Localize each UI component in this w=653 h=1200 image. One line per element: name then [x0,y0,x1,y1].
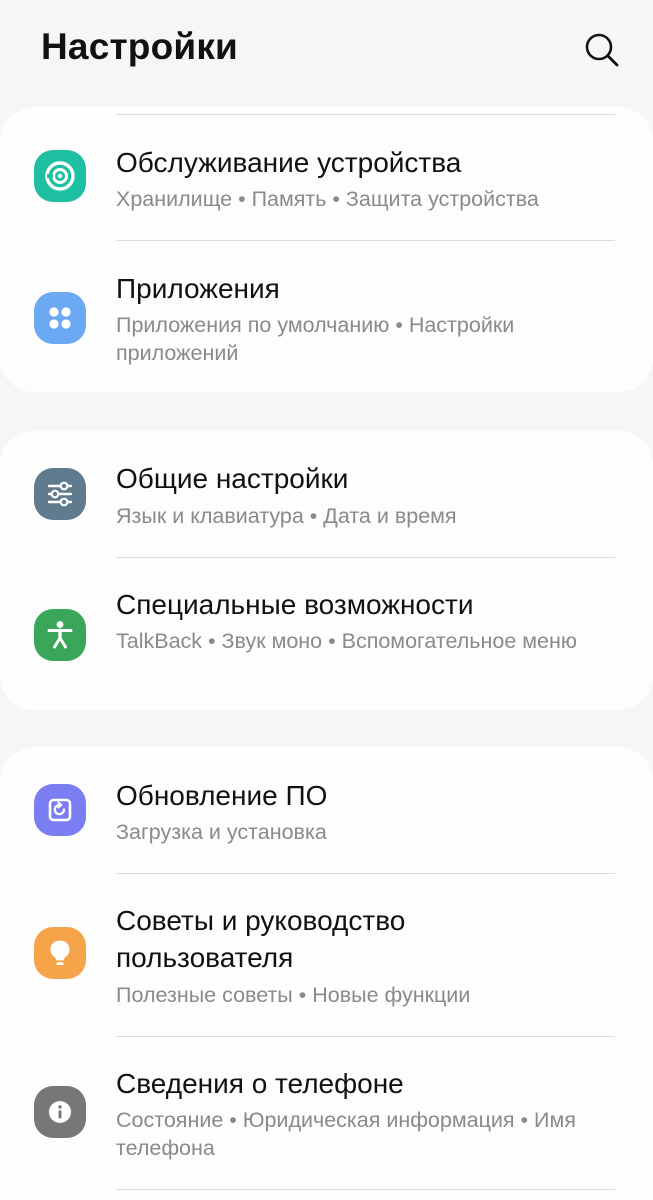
info-icon [34,1086,86,1138]
settings-item-apps[interactable]: Приложения Приложения по умолчанию • Нас… [0,241,653,392]
search-icon [585,33,619,67]
settings-item-title: Общие настройки [116,463,349,494]
settings-group-1: Обслуживание устройства Хранилище • Памя… [0,107,653,392]
search-button[interactable] [580,28,624,72]
settings-item-accessibility[interactable]: Специальные возможности TalkBack • Звук … [0,558,653,710]
settings-item-title: Обновление ПО [116,780,328,811]
settings-item-tips[interactable]: Советы и руководство пользователя Полезн… [0,874,653,1036]
device-care-icon [34,150,86,202]
settings-item-title: Обслуживание устройства [116,147,462,178]
settings-item-subtitle: Загрузка и установка [116,820,327,844]
lightbulb-icon [34,927,86,979]
settings-item-subtitle: Язык и клавиатура • Дата и время [116,504,457,528]
settings-group-3: Обновление ПО Загрузка и установка Совет… [0,747,653,1200]
software-update-icon [34,784,86,836]
accessibility-icon [34,609,86,661]
settings-item-software-update[interactable]: Обновление ПО Загрузка и установка [0,747,653,873]
settings-item-general-management[interactable]: Общие настройки Язык и клавиатура • Дата… [0,431,653,557]
sliders-icon [34,468,86,520]
divider [116,1189,615,1190]
settings-item-subtitle: Полезные советы • Новые функции [116,983,471,1007]
settings-item-title: Советы и руководство пользователя [116,905,406,973]
settings-group-2: Общие настройки Язык и клавиатура • Дата… [0,431,653,710]
settings-item-title: Приложения [116,273,280,304]
settings-item-subtitle: Хранилище • Память • Защита устройства [116,187,539,211]
settings-item-title: Специальные возможности [116,589,474,620]
app-header: Настройки [0,0,653,100]
settings-item-subtitle: Состояние • Юридическая информация • Имя… [116,1108,576,1160]
settings-item-subtitle: TalkBack • Звук моно • Вспомогательное м… [116,629,577,653]
settings-item-subtitle: Приложения по умолчанию • Настройки прил… [116,313,515,365]
page-title: Настройки [41,26,239,67]
settings-item-title: Сведения о телефоне [116,1068,404,1099]
apps-grid-icon [34,292,86,344]
settings-item-about-phone[interactable]: Сведения о телефоне Состояние • Юридичес… [0,1037,653,1190]
settings-item-device-care[interactable]: Обслуживание устройства Хранилище • Памя… [0,107,653,240]
